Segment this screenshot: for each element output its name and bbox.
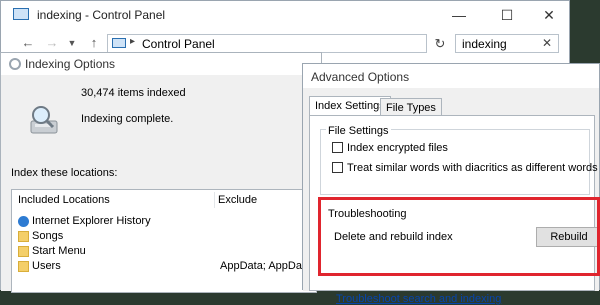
file-settings-label: File Settings (326, 125, 391, 137)
internet-explorer-icon (18, 216, 29, 227)
close-button[interactable]: ✕ (529, 1, 569, 29)
checkbox-box[interactable] (332, 142, 343, 153)
window-title: indexing - Control Panel (37, 8, 166, 22)
recent-locations-chevron-icon[interactable]: ▼ (63, 34, 81, 52)
forward-arrow-icon[interactable]: → (43, 34, 61, 52)
column-header-exclude[interactable]: Exclude (218, 194, 257, 206)
dialog-title: Indexing Options (25, 57, 116, 71)
checkbox-label[interactable]: Index encrypted files (347, 142, 448, 154)
breadcrumb[interactable]: Control Panel (142, 37, 215, 51)
indexing-options-body: 30,474 items indexed Indexing complete. … (1, 75, 321, 293)
checkbox-label[interactable]: Treat similar words with diacritics as d… (347, 162, 598, 174)
indexing-options-icon (9, 58, 21, 70)
index-locations-label: Index these locations: (11, 167, 118, 179)
search-input[interactable]: indexing ✕ (455, 34, 559, 53)
maximize-button[interactable]: ☐ (487, 1, 527, 29)
column-header-included[interactable]: Included Locations (18, 194, 110, 206)
column-divider (214, 192, 215, 208)
location-name: Start Menu (32, 245, 86, 257)
troubleshooting-highlight (318, 197, 600, 276)
up-arrow-icon[interactable]: ↑ (85, 34, 103, 52)
troubleshoot-link[interactable]: Troubleshoot search and indexing (336, 293, 501, 305)
checkbox-box[interactable] (332, 162, 343, 173)
breadcrumb-separator-icon: ▸ (130, 36, 136, 47)
control-panel-titlebar: indexing - Control Panel — ☐ ✕ (1, 1, 569, 29)
folder-icon (18, 261, 29, 272)
location-exclude: AppData; AppData (220, 260, 312, 272)
search-input-value: indexing (462, 37, 507, 51)
indexing-status: Indexing complete. (81, 113, 174, 125)
indexing-options-dialog: Indexing Options 30,474 items indexed In… (0, 52, 322, 293)
dialog-title: Advanced Options (311, 70, 410, 84)
control-panel-icon (112, 38, 126, 48)
folder-icon (18, 246, 29, 257)
items-indexed-count: 30,474 items indexed (81, 87, 186, 99)
location-name: Users (32, 260, 61, 272)
clear-search-icon[interactable]: ✕ (542, 36, 552, 50)
locations-table[interactable]: Included Locations Exclude Internet Expl… (11, 189, 317, 293)
folder-icon (18, 231, 29, 242)
location-name: Songs (32, 230, 64, 242)
tab-index-settings[interactable]: Index Settings (309, 96, 391, 116)
location-name: Internet Explorer History (32, 215, 151, 227)
tab-file-types[interactable]: File Types (380, 98, 442, 116)
indexing-options-titlebar: Indexing Options (1, 53, 321, 75)
refresh-icon[interactable]: ↻ (431, 34, 449, 53)
minimize-button[interactable]: — (439, 1, 479, 29)
back-arrow-icon[interactable]: ← (19, 34, 37, 52)
address-bar[interactable]: ▸ Control Panel ⌄ (107, 34, 506, 53)
magnifier-icon (30, 106, 58, 134)
control-panel-icon (13, 8, 29, 20)
